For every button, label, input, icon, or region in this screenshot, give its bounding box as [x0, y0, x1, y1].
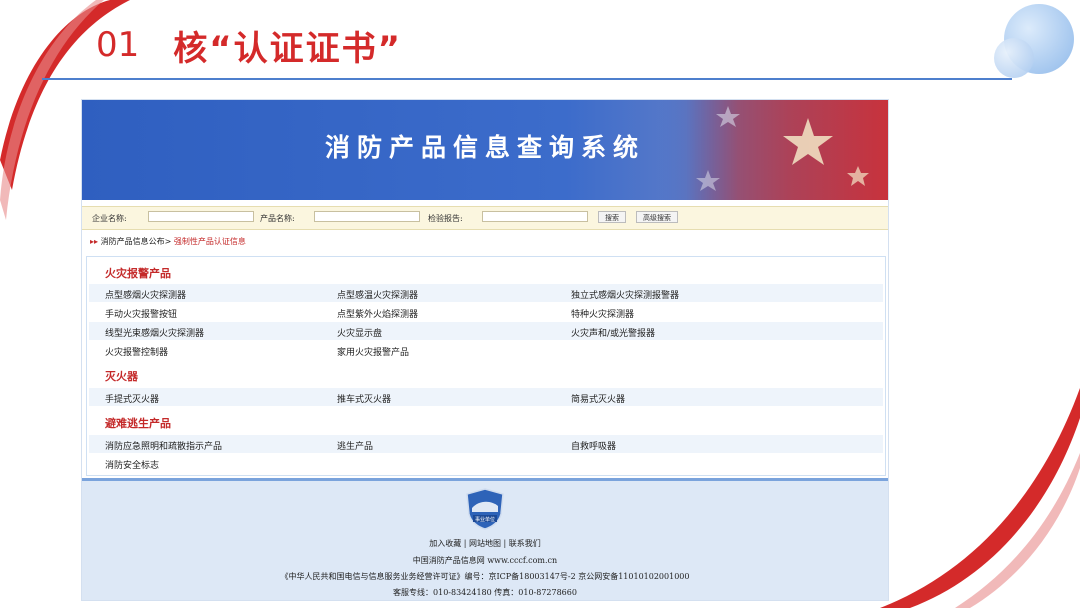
list-item[interactable]: 消防安全标志 — [105, 458, 159, 471]
footer-license-line: 《中华人民共和国电信与信息服务业务经营许可证》编号：京ICP备18003147号… — [280, 572, 690, 581]
list-item[interactable]: 家用火灾报警产品 — [337, 345, 409, 358]
institution-badge-icon: 事业单位 — [466, 488, 504, 530]
table-row — [89, 284, 883, 302]
footer-link-contact[interactable]: 联系我们 — [509, 539, 541, 548]
breadcrumb: ▸▸ 消防产品信息公布> 强制性产品认证信息 — [90, 236, 246, 247]
list-item[interactable]: 点型紫外火焰探测器 — [337, 307, 418, 320]
footer-contact-line: 客服专线：010-83424180 传真：010-87278660 — [393, 588, 577, 597]
list-item[interactable]: 消防应急照明和疏散指示产品 — [105, 439, 222, 452]
slide-title: 01 核“认证证书” — [96, 22, 402, 69]
list-item[interactable]: 逃生产品 — [337, 439, 373, 452]
product-input[interactable] — [314, 211, 420, 222]
company-label: 企业名称: — [92, 214, 127, 223]
breadcrumb-current: 强制性产品认证信息 — [173, 237, 246, 246]
list-item[interactable]: 手提式灭火器 — [105, 392, 159, 405]
list-item[interactable]: 特种火灾探测器 — [571, 307, 634, 320]
list-item[interactable]: 独立式感烟火灾探测报警器 — [571, 288, 679, 301]
category-title-fire-alarm: 火灾报警产品 — [105, 267, 171, 280]
footer-separator: | — [463, 539, 467, 548]
title-divider — [42, 78, 1012, 80]
breadcrumb-parent[interactable]: 消防产品信息公布> — [101, 237, 172, 246]
report-label: 检验报告: — [428, 214, 463, 223]
site-title: 消防产品信息查询系统 — [324, 133, 645, 162]
company-input[interactable] — [148, 211, 254, 222]
site-banner: 消防产品信息查询系统 — [82, 100, 888, 200]
slide-title-text: 核“认证证书” — [173, 28, 402, 69]
logo-text: 事业单位 — [475, 516, 495, 523]
footer-site-line: 中国消防产品信息网 www.cccf.com.cn — [412, 556, 558, 565]
footer-links: 加入收藏 | 网站地图 | 联系我们 — [82, 538, 888, 549]
category-title-evacuation: 避难逃生产品 — [105, 417, 171, 430]
list-item[interactable]: 火灾显示盘 — [337, 326, 382, 339]
website-screenshot: 消防产品信息查询系统 企业名称: 产品名称: 检验报告: 搜索 高级搜索 ▸▸ … — [82, 100, 888, 600]
product-label: 产品名称: — [260, 214, 295, 223]
advanced-search-button[interactable]: 高级搜索 — [636, 211, 678, 223]
footer-link-favorite[interactable]: 加入收藏 — [429, 539, 461, 548]
list-item[interactable]: 自救呼吸器 — [571, 439, 616, 452]
search-button[interactable]: 搜索 — [598, 211, 626, 223]
list-item[interactable]: 火灾报警控制器 — [105, 345, 168, 358]
slide-number: 01 — [96, 25, 140, 65]
table-row — [89, 322, 883, 340]
category-panel: 火灾报警产品 点型感烟火灾探测器 点型感温火灾探测器 独立式感烟火灾探测报警器 … — [86, 256, 886, 476]
table-row — [89, 388, 883, 406]
list-item[interactable]: 点型感温火灾探测器 — [337, 288, 418, 301]
footer-link-sitemap[interactable]: 网站地图 — [469, 539, 501, 548]
decorative-bubble-small — [994, 38, 1034, 78]
category-title-extinguisher: 灭火器 — [105, 370, 138, 383]
list-item[interactable]: 火灾声和/或光警报器 — [571, 326, 655, 339]
footer-separator: | — [503, 539, 507, 548]
list-item[interactable]: 点型感烟火灾探测器 — [105, 288, 186, 301]
list-item[interactable]: 推车式灭火器 — [337, 392, 391, 405]
breadcrumb-arrow-icon: ▸▸ — [90, 237, 99, 246]
list-item[interactable]: 线型光束感烟火灾探测器 — [105, 326, 204, 339]
report-input[interactable] — [482, 211, 588, 222]
list-item[interactable]: 简易式灭火器 — [571, 392, 625, 405]
list-item[interactable]: 手动火灾报警按钮 — [105, 307, 177, 320]
search-bar: 企业名称: 产品名称: 检验报告: 搜索 高级搜索 — [82, 206, 888, 230]
site-footer: 事业单位 加入收藏 | 网站地图 | 联系我们 中国消防产品信息网 www.cc… — [82, 478, 888, 600]
